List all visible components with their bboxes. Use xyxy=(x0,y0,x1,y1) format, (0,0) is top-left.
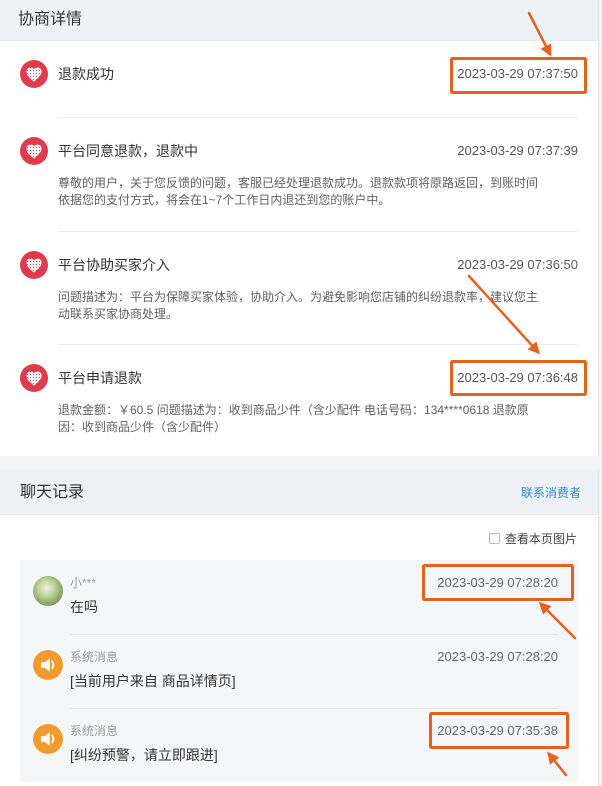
chat-message: 小*** 2023-03-29 07:28:20 在吗 xyxy=(20,560,578,634)
avatar xyxy=(33,576,63,606)
negotiation-item: 退款成功 2023-03-29 07:37:50 xyxy=(20,41,578,118)
negotiation-item-title: 平台同意退款，退款中 xyxy=(58,143,198,159)
description-line: 退款金额：￥60.5 问题描述为：收到商品少件（含少配件 电话号码：134***… xyxy=(58,403,529,417)
negotiation-item-time: 2023-03-29 07:36:50 xyxy=(457,257,578,272)
heart-badge-icon xyxy=(20,251,48,279)
description-line: 因：收到商品少件（含少配件） xyxy=(58,420,227,434)
negotiation-item-description: 问题描述为：平台为保障买家体验，协助介入。为避免影响您店铺的纠纷退款率，建议您主… xyxy=(58,289,578,323)
view-images-label: 查看本页图片 xyxy=(504,531,577,546)
chat-title: 聊天记录 xyxy=(20,484,85,501)
negotiation-item-time: 2023-03-29 07:36:48 xyxy=(457,370,578,385)
chat-time: 2023-03-29 07:35:38 xyxy=(437,723,558,738)
view-images-checkbox[interactable] xyxy=(488,532,500,544)
negotiation-item-description: 尊敬的用户，关于您反馈的问题，客服已经处理退款成功。退款款项将原路返回，到账时间… xyxy=(58,175,578,209)
negotiation-item-time: 2023-03-29 07:37:39 xyxy=(457,143,578,158)
negotiation-item-description: 退款金额：￥60.5 问题描述为：收到商品少件（含少配件 电话号码：134***… xyxy=(58,402,578,436)
heart-badge-icon xyxy=(20,364,48,392)
row-divider xyxy=(70,634,558,635)
chat-message-list: 小*** 2023-03-29 07:28:20 在吗 系统消息 2023-03… xyxy=(20,560,578,782)
row-divider xyxy=(70,708,558,709)
speaker-icon xyxy=(33,724,63,754)
negotiation-item: 平台协助买家介入 2023-03-29 07:36:50 问题描述为：平台为保障… xyxy=(20,232,578,345)
chat-header: 聊天记录 联系消费者 xyxy=(0,470,598,515)
negotiation-header: 协商详情 xyxy=(0,0,598,41)
negotiation-list: 退款成功 2023-03-29 07:37:50 平台同意退款，退款中 2023… xyxy=(0,41,598,456)
chat-message: 系统消息 2023-03-29 07:28:20 [当前用户来自 商品详情页] xyxy=(20,634,578,708)
heart-badge-icon xyxy=(20,60,48,88)
chat-sender: 系统消息 xyxy=(70,650,119,664)
negotiation-item: 平台申请退款 2023-03-29 07:36:48 退款金额：￥60.5 问题… xyxy=(20,345,578,456)
chat-sender: 系统消息 xyxy=(70,724,119,738)
negotiation-title: 协商详情 xyxy=(18,11,83,28)
chat-text: [当前用户来自 商品详情页] xyxy=(70,673,236,689)
description-line: 动联系买家协商处理。 xyxy=(58,307,179,321)
chat-time: 2023-03-29 07:28:20 xyxy=(437,649,558,664)
negotiation-item: 平台同意退款，退款中 2023-03-29 07:37:39 尊敬的用户，关于您… xyxy=(20,118,578,232)
chat-sender: 小*** xyxy=(70,576,97,590)
description-line: 尊敬的用户，关于您反馈的问题，客服已经处理退款成功。退款款项将原路返回，到账时间 xyxy=(58,176,539,190)
negotiation-panel: 协商详情 退款成功 2023-03-29 07:37:50 平台同意退款，退款中… xyxy=(0,0,599,456)
chat-message: 系统消息 2023-03-29 07:35:38 [纠纷预警，请立即跟进] xyxy=(20,708,578,782)
negotiation-item-title: 平台协助买家介入 xyxy=(58,257,170,273)
view-page-images-toggle[interactable]: 查看本页图片 xyxy=(488,530,577,546)
description-line: 问题描述为：平台为保障买家体验，协助介入。为避免影响您店铺的纠纷退款率，建议您主 xyxy=(58,290,539,304)
chat-text: 在吗 xyxy=(70,599,98,615)
heart-badge-icon xyxy=(20,137,48,165)
negotiation-item-title: 平台申请退款 xyxy=(58,370,142,386)
chat-panel: 聊天记录 联系消费者 查看本页图片 小*** 2023-03-29 07:28:… xyxy=(0,470,599,786)
chat-time: 2023-03-29 07:28:20 xyxy=(437,575,558,590)
negotiation-item-time: 2023-03-29 07:37:50 xyxy=(457,66,578,81)
speaker-icon xyxy=(33,650,63,680)
negotiation-item-title: 退款成功 xyxy=(58,66,114,82)
chat-text: [纠纷预警，请立即跟进] xyxy=(70,747,218,763)
description-line: 依据您的支付方式，将会在1~7个工作日内退还到您的账户中。 xyxy=(58,193,391,207)
contact-consumer-link[interactable]: 联系消费者 xyxy=(521,470,581,516)
